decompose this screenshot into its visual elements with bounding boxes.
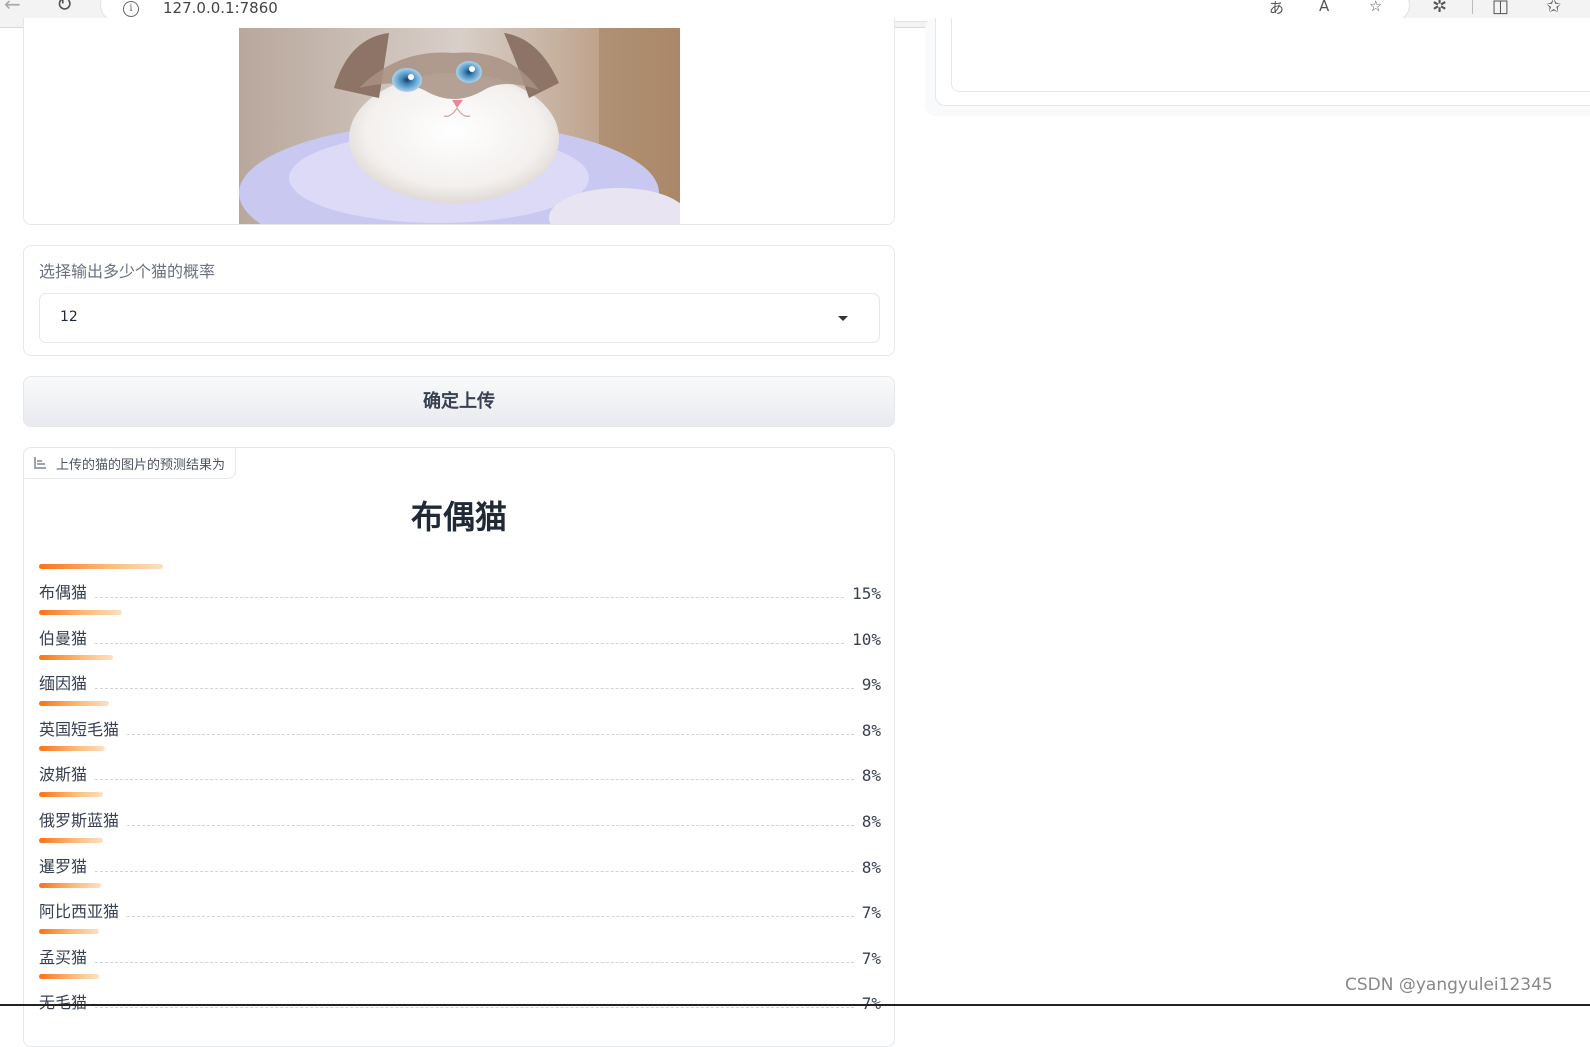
dotted-leader	[95, 870, 854, 872]
dotted-leader	[95, 961, 854, 963]
result-label-tab: 上传的猫的图片的预测结果为	[23, 447, 237, 479]
cat-photo	[239, 28, 680, 224]
toolbar-divider	[1472, 0, 1473, 14]
bottom-divider	[0, 1004, 1590, 1006]
prediction-row: 缅因猫 9%	[39, 655, 881, 701]
prediction-row-line: 布偶猫 15%	[39, 579, 881, 603]
prediction-label: 无毛猫	[39, 993, 88, 1013]
confidence-bar	[39, 928, 99, 934]
prediction-percent: 7%	[861, 948, 881, 968]
upload-submit-button[interactable]: 确定上传	[23, 376, 895, 427]
prediction-row: 布偶猫 15%	[39, 564, 881, 610]
confidence-bar	[39, 564, 163, 569]
url-text[interactable]: 127.0.0.1:7860	[163, 0, 278, 17]
prediction-label: 暹罗猫	[39, 856, 88, 876]
dotted-leader	[127, 916, 854, 918]
confidence-bar	[39, 837, 103, 843]
refresh-icon[interactable]: ↻	[56, 0, 73, 14]
prediction-row-line: 俄罗斯蓝猫 8%	[39, 807, 881, 831]
dotted-leader	[95, 642, 845, 644]
prediction-row: 孟买猫 7%	[39, 928, 881, 975]
label-icon	[34, 457, 46, 469]
dotted-leader	[95, 1007, 854, 1009]
confidence-bar	[39, 609, 122, 615]
prediction-row-line: 英国短毛猫 8%	[39, 716, 881, 740]
prediction-row: 英国短毛猫 8%	[39, 700, 881, 747]
prediction-row-line: 无毛猫 7%	[39, 989, 881, 1013]
prediction-percent: 9%	[861, 675, 881, 695]
prediction-result-panel: 上传的猫的图片的预测结果为 布偶猫 布偶猫 15% 伯曼猫 10% 缅因猫 9% 英国短毛猫…	[23, 447, 895, 1047]
dotted-leader	[127, 824, 854, 826]
dotted-leader	[95, 597, 845, 598]
count-dropdown-panel: 选择输出多少个猫的概率 12	[23, 245, 895, 356]
confidence-bar	[39, 974, 99, 980]
watermark-text: CSDN @yangyulei12345	[1345, 975, 1553, 995]
dotted-leader	[95, 688, 854, 690]
count-dropdown-value[interactable]: 12	[60, 309, 78, 325]
prediction-row: 暹罗猫 8%	[39, 837, 881, 884]
prediction-percent: 7%	[861, 903, 881, 923]
split-screen-icon[interactable]: ◫	[1492, 0, 1509, 17]
extensions-icon[interactable]: ✲	[1432, 0, 1447, 17]
prediction-label: 俄罗斯蓝猫	[39, 810, 120, 830]
prediction-label: 缅因猫	[39, 674, 88, 694]
count-dropdown-label: 选择输出多少个猫的概率	[39, 262, 216, 281]
confidence-bar	[39, 746, 105, 752]
back-arrow-icon[interactable]: ←	[4, 0, 21, 14]
prediction-percent: 10%	[852, 629, 881, 649]
prediction-percent: 15%	[852, 584, 881, 603]
favorite-star-icon[interactable]: ☆	[1369, 0, 1382, 15]
prediction-label: 波斯猫	[39, 765, 88, 785]
confidence-bar	[39, 883, 101, 889]
image-upload-panel[interactable]	[23, 18, 895, 225]
read-aloud-icon[interactable]: A	[1319, 0, 1329, 15]
dotted-leader	[127, 733, 854, 735]
prediction-row-line: 暹罗猫 8%	[39, 853, 881, 877]
prediction-list: 布偶猫 15% 伯曼猫 10% 缅因猫 9% 英国短毛猫 8% 波斯猫 8% 俄罗斯蓝猫 8% 暹罗猫 8…	[39, 564, 881, 1020]
prediction-label: 英国短毛猫	[39, 719, 120, 739]
info-icon[interactable]: i	[123, 1, 139, 17]
prediction-percent: 8%	[861, 720, 881, 740]
confidence-bar	[39, 791, 103, 797]
prediction-row-line: 阿比西亚猫 7%	[39, 898, 881, 922]
prediction-percent: 8%	[861, 857, 881, 877]
prediction-row-line: 波斯猫 8%	[39, 761, 881, 785]
prediction-row: 阿比西亚猫 7%	[39, 883, 881, 929]
prediction-row: 波斯猫 8%	[39, 746, 881, 792]
prediction-row: 伯曼猫 10%	[39, 609, 881, 656]
prediction-row: 无毛猫 7%	[39, 974, 881, 1020]
result-tab-label: 上传的猫的图片的预测结果为	[56, 457, 226, 473]
prediction-percent: 8%	[861, 766, 881, 786]
prediction-label: 布偶猫	[39, 583, 88, 602]
top-prediction-label: 布偶猫	[410, 498, 507, 536]
prediction-percent: 8%	[861, 811, 881, 831]
count-dropdown[interactable]: 12	[39, 293, 880, 343]
prediction-label: 孟买猫	[39, 947, 88, 967]
prediction-label: 阿比西亚猫	[39, 902, 120, 922]
translate-icon[interactable]: あ	[1269, 0, 1284, 18]
prediction-row-line: 伯曼猫 10%	[39, 625, 881, 649]
dotted-leader	[95, 779, 854, 781]
prediction-row: 俄罗斯蓝猫 8%	[39, 791, 881, 838]
prediction-label: 伯曼猫	[39, 628, 88, 648]
chevron-down-icon[interactable]	[838, 316, 848, 321]
prediction-row-line: 缅因猫 9%	[39, 670, 881, 694]
confidence-bar	[39, 655, 113, 661]
confidence-bar	[39, 700, 109, 706]
favorites-icon[interactable]: ✩	[1546, 0, 1561, 17]
output-field	[951, 18, 1590, 92]
prediction-row-line: 孟买猫 7%	[39, 944, 881, 968]
